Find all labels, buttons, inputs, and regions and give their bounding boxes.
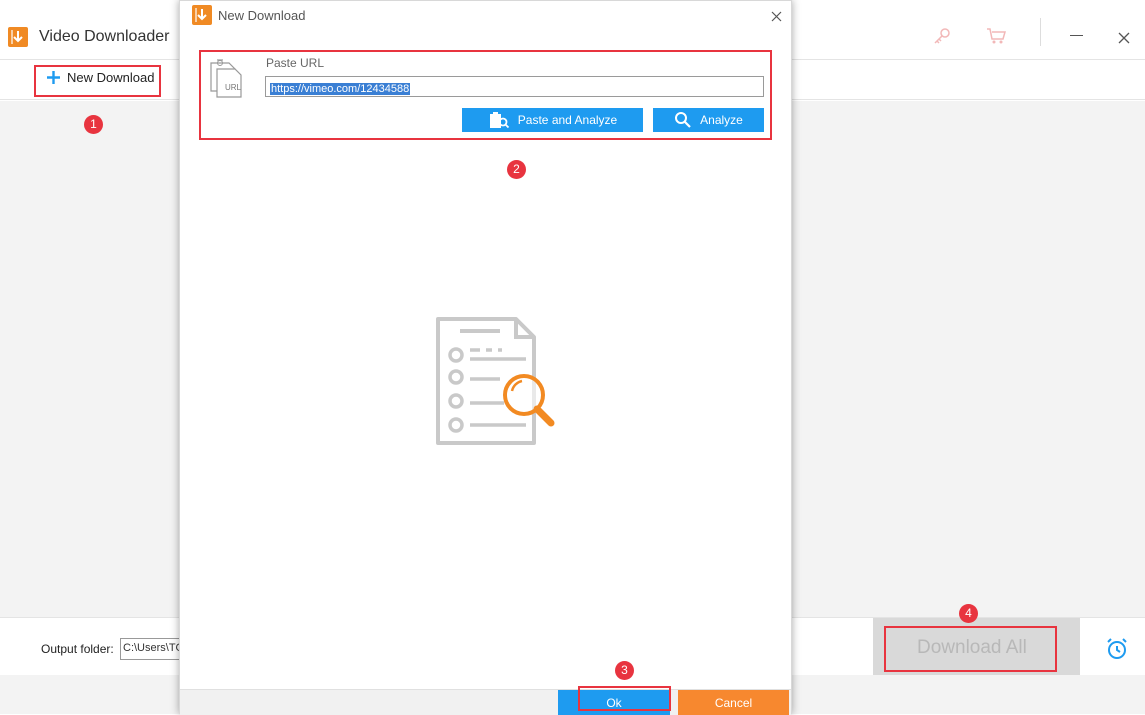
annotation-badge-2: 2 — [507, 160, 526, 179]
annotation-badge-4: 4 — [959, 604, 978, 623]
dialog-titlebar: New Download — [180, 1, 791, 29]
minimize-icon[interactable] — [1070, 35, 1083, 36]
annotation-box-2 — [199, 50, 772, 140]
app-logo-icon — [8, 27, 28, 47]
titlebar-divider — [1040, 18, 1041, 46]
close-icon[interactable] — [1118, 31, 1130, 49]
cancel-label: Cancel — [714, 695, 753, 710]
alarm-clock-icon[interactable] — [1105, 637, 1129, 666]
dialog-button-bar: Ok Cancel — [180, 689, 791, 715]
annotation-box-3 — [578, 686, 671, 711]
dialog-title: New Download — [218, 8, 306, 23]
dialog-logo-icon — [192, 5, 212, 25]
output-folder-field[interactable]: C:\Users\TG — [120, 638, 180, 660]
key-icon[interactable] — [932, 26, 952, 51]
dialog-close-icon[interactable] — [771, 9, 782, 27]
output-folder-label: Output folder: — [41, 642, 114, 656]
annotation-badge-3: 3 — [615, 661, 634, 680]
annotation-badge-1: 1 — [84, 115, 103, 134]
cancel-button[interactable]: Cancel — [678, 690, 789, 715]
cart-icon[interactable] — [985, 26, 1007, 51]
annotation-box-1 — [34, 65, 161, 97]
annotation-box-4 — [884, 626, 1057, 672]
empty-state-document-search-icon — [436, 317, 568, 452]
app-title: Video Downloader — [39, 28, 170, 45]
